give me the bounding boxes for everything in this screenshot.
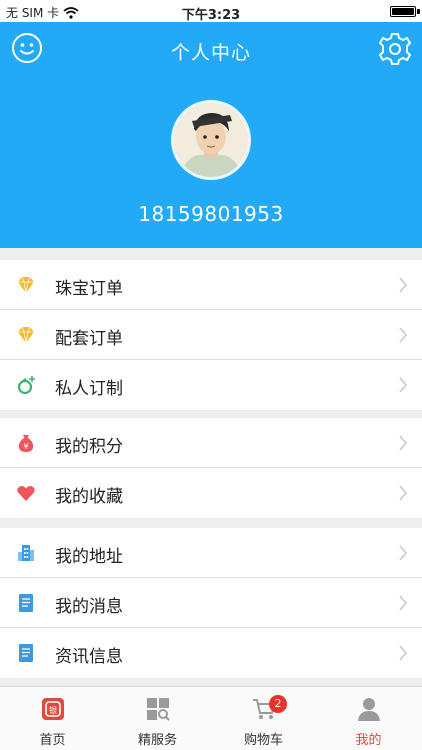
tab-label: 购物车 — [243, 733, 283, 748]
menu-item-label: 资讯信息 — [55, 647, 123, 667]
tab-label: 我的 — [355, 733, 382, 748]
avatar[interactable] — [171, 100, 251, 180]
menu-item-my-address[interactable]: 我的地址 — [0, 528, 422, 578]
menu-group-info: 我的地址 我的消息 资讯信息 — [0, 528, 422, 678]
menu-item-accessory-orders[interactable]: 配套订单 — [0, 310, 422, 360]
document-icon — [19, 594, 33, 612]
menu-group-orders: 珠宝订单 配套订单 私人订制 — [0, 260, 422, 410]
menu-item-jewelry-orders[interactable]: 珠宝订单 — [0, 260, 422, 310]
chevron-right-icon — [399, 545, 408, 561]
chevron-right-icon — [399, 327, 408, 343]
tab-services[interactable]: 精服务 — [105, 687, 210, 750]
chevron-right-icon — [399, 435, 408, 451]
cart-badge: 2 — [269, 695, 287, 713]
tab-mine[interactable]: 我的 — [316, 687, 421, 750]
gear-icon[interactable] — [378, 32, 412, 66]
menu-item-my-points[interactable]: ¥ 我的积分 — [0, 418, 422, 468]
page-title: 个人中心 — [170, 42, 251, 64]
document-icon — [19, 644, 33, 662]
money-bag-icon: ¥ — [18, 435, 34, 452]
menu-item-label: 我的积分 — [55, 437, 123, 457]
menu-group-personal: ¥ 我的积分 我的收藏 — [0, 418, 422, 518]
status-time: 下午3:23 — [181, 8, 241, 23]
diamond-icon — [18, 276, 34, 294]
menu-item-label: 我的地址 — [55, 547, 123, 567]
svg-text:银: 银 — [49, 705, 57, 715]
menu-item-my-messages[interactable]: 我的消息 — [0, 578, 422, 628]
building-icon — [18, 545, 34, 561]
tab-label: 精服务 — [137, 733, 177, 748]
tab-home[interactable]: 银 首页 — [0, 687, 105, 750]
avatar-image — [174, 103, 248, 177]
menu-item-label: 我的消息 — [55, 597, 123, 617]
menu-item-private-custom[interactable]: 私人订制 — [0, 360, 422, 410]
chevron-right-icon — [399, 485, 408, 501]
tab-cart[interactable]: 购物车 — [211, 687, 316, 750]
menu-item-label: 配套订单 — [55, 329, 123, 349]
menu-item-label: 私人订制 — [55, 379, 123, 399]
menu-item-label: 珠宝订单 — [55, 279, 123, 299]
custom-ring-icon — [17, 376, 35, 395]
menu-item-news-info[interactable]: 资讯信息 — [0, 628, 422, 678]
chevron-right-icon — [399, 645, 408, 661]
user-icon — [358, 698, 380, 721]
chevron-right-icon — [399, 277, 408, 293]
user-phone: 18159801953 — [138, 202, 284, 226]
home-icon: 银 — [42, 698, 64, 720]
svg-text:¥: ¥ — [23, 442, 28, 451]
tab-bar: 银 首页 精服务 购物车 我的 — [0, 686, 422, 750]
grid-icon — [147, 698, 170, 721]
menu-item-label: 我的收藏 — [55, 487, 123, 507]
chevron-right-icon — [399, 595, 408, 611]
chevron-right-icon — [399, 377, 408, 393]
profile-header: 个人中心 18159801953 — [0, 22, 422, 248]
battery-tip — [417, 9, 420, 14]
diamond-icon — [18, 326, 34, 344]
tab-label: 首页 — [39, 733, 66, 748]
heart-icon — [17, 486, 35, 501]
battery-icon — [390, 6, 416, 17]
status-bar: 无 SIM 卡 下午3:23 — [0, 0, 422, 23]
menu-item-my-favorites[interactable]: 我的收藏 — [0, 468, 422, 518]
